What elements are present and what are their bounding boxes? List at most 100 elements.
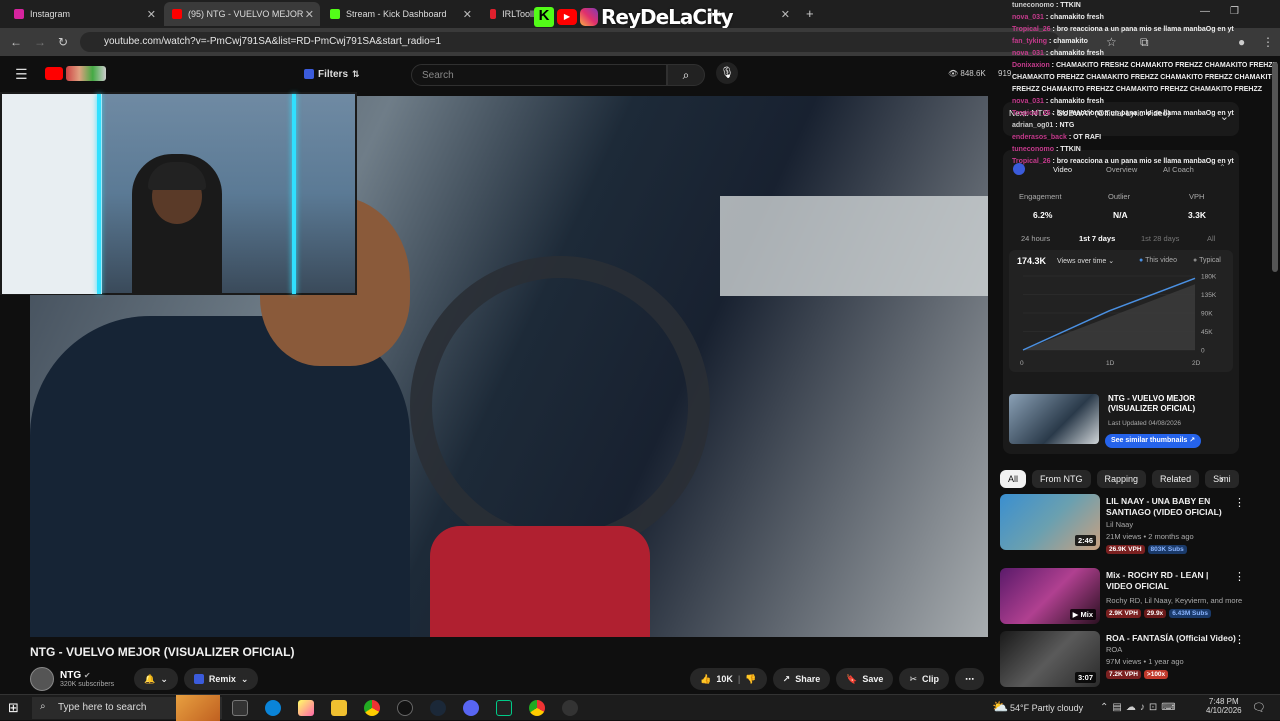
notification-bell-button[interactable]: 🔔 ⌄ [134, 668, 178, 690]
system-tray-icons[interactable]: ⌃▤☁♪⊡⌨ [1100, 702, 1180, 713]
chat-username[interactable]: tuneconomo [1012, 146, 1054, 153]
edge-icon[interactable] [265, 700, 281, 716]
forward-icon[interactable]: → [34, 35, 46, 49]
rec-channel[interactable]: ROA [1106, 645, 1122, 654]
rec-thumbnail[interactable]: 2:46 [1000, 494, 1100, 550]
rec-thumbnail[interactable]: ▶ Mix [1000, 568, 1100, 624]
range-7d[interactable]: 1st 7 days [1079, 234, 1115, 243]
steering-wheel [410, 256, 710, 556]
led-strip-left [97, 94, 101, 294]
close-tab-icon[interactable]: ✕ [463, 8, 472, 21]
more-vertical-icon[interactable]: ⋮ [1234, 570, 1245, 583]
hamburger-menu-icon[interactable]: ☰ [15, 66, 28, 83]
chat-username[interactable]: Tropical_26 [1012, 110, 1051, 117]
remix-button[interactable]: Remix ⌄ [183, 668, 259, 690]
chat-message: Tropical_26 : bro reacciona a un pana mi… [1012, 158, 1234, 165]
weather-text[interactable]: 54°F Partly cloudy [1010, 703, 1083, 713]
chat-username[interactable]: Tropical_26 [1012, 158, 1051, 165]
back-icon[interactable]: ← [10, 35, 22, 49]
share-button[interactable]: ↗ Share [772, 668, 831, 690]
rec-item[interactable]: 3:07 ROA - FANTASÍA (Official Video) ROA… [1000, 631, 1270, 691]
url-field[interactable]: youtube.com/watch?v=-PmCwj791SA&list=RD-… [80, 32, 1060, 52]
chip-rapping[interactable]: Rapping [1096, 470, 1147, 488]
channel-avatar[interactable] [30, 667, 54, 691]
rec-channel[interactable]: Rochy RD, Lil Naay, Keyvierm, and more [1106, 596, 1242, 605]
similar-thumbnails-button[interactable]: See similar thumbnails ↗ [1105, 434, 1202, 448]
search-button[interactable]: ⌕ [667, 64, 705, 86]
obs-icon[interactable] [397, 700, 413, 716]
range-24h[interactable]: 24 hours [1021, 234, 1050, 243]
outlier-badge: >100x [1143, 670, 1169, 679]
rec-item[interactable]: 2:46 LIL NAAY - UNA BABY EN SANTIAGO (VI… [1000, 494, 1270, 554]
rec-item[interactable]: ▶ Mix Mix - ROCHY RD - LEAN | VIDEO OFIC… [1000, 568, 1270, 628]
chrome-icon[interactable] [364, 700, 380, 716]
divider: | [737, 674, 741, 684]
share-label: Share [795, 674, 821, 684]
more-vertical-icon[interactable]: ⋮ [1234, 633, 1245, 646]
range-28d[interactable]: 1st 28 days [1141, 234, 1179, 243]
clip-button[interactable]: ✂ Clip [899, 668, 949, 690]
app-icon-2[interactable] [562, 700, 578, 716]
chat-username[interactable]: enderasos_back [1012, 134, 1067, 141]
filters-button[interactable]: Filters ⇅ [304, 64, 360, 84]
copilot-icon[interactable] [298, 700, 314, 716]
windows-start-icon[interactable]: ⊞ [8, 700, 19, 716]
tab-label: Instagram [30, 9, 71, 19]
video-thumbnail[interactable] [1009, 394, 1099, 444]
like-button[interactable]: 👍 10K | 👎 [690, 668, 767, 690]
notification-icon[interactable]: 🗨 [1252, 701, 1266, 714]
app-icon[interactable] [496, 700, 512, 716]
channel-name[interactable]: NTG ✔ [60, 670, 114, 681]
chip-from-ntg[interactable]: From NTG [1032, 470, 1091, 488]
chat-username[interactable]: adrian_og01 [1012, 122, 1053, 129]
youtube-logo-icon[interactable] [45, 67, 63, 80]
rec-thumbnail[interactable]: 3:07 [1000, 631, 1100, 687]
file-explorer-icon[interactable] [331, 700, 347, 716]
chip-related[interactable]: Related [1152, 470, 1200, 488]
clock[interactable]: 7:48 PM 4/10/2026 [1206, 697, 1242, 715]
chat-username[interactable]: nova_031 [1012, 98, 1044, 105]
chat-username[interactable]: nova_031 [1012, 50, 1044, 57]
tab-youtube[interactable]: (95) NTG - VUELVO MEJOR ✕ [164, 2, 320, 26]
more-vertical-icon[interactable]: ⋮ [1234, 496, 1245, 509]
close-tab-icon[interactable]: ✕ [781, 8, 790, 21]
y-tick-label: 180K [1201, 274, 1217, 281]
tab-irltools[interactable]: IRLTooll [482, 2, 542, 26]
rec-channel[interactable]: Lil Naay [1106, 520, 1133, 529]
rec-title[interactable]: LIL NAAY - UNA BABY EN SANTIAGO (VIDEO O… [1106, 496, 1236, 518]
rec-title[interactable]: Mix - ROCHY RD - LEAN | VIDEO OFICIAL [1106, 570, 1236, 592]
chat-username[interactable]: fan_tyking [1012, 38, 1047, 45]
chat-username[interactable]: nova_031 [1012, 14, 1044, 21]
video-actions: 👍 10K | 👎 ↗ Share 🔖 Save ✂ Clip ⋯ [690, 668, 984, 690]
discord-icon[interactable] [463, 700, 479, 716]
save-button[interactable]: 🔖 Save [836, 668, 894, 690]
reload-icon[interactable]: ↻ [58, 35, 68, 49]
instagram-logo-icon [580, 8, 598, 26]
scrollbar-thumb[interactable] [1272, 62, 1278, 272]
chevron-right-icon[interactable]: › [1220, 474, 1224, 486]
chrome-icon-2[interactable] [529, 700, 545, 716]
steam-icon[interactable] [430, 700, 446, 716]
new-tab-icon[interactable]: + [806, 6, 814, 21]
chat-username[interactable]: tuneconomo [1012, 2, 1054, 9]
car-seat [430, 526, 650, 637]
tab-kick[interactable]: Stream - Kick Dashboard ✕ [322, 2, 478, 26]
close-tab-icon[interactable]: ✕ [147, 8, 156, 21]
close-tab-icon[interactable]: ✕ [305, 8, 314, 21]
search-input[interactable]: Search [411, 64, 667, 86]
chat-username[interactable]: Donixaxion [1012, 62, 1050, 69]
rec-title[interactable]: ROA - FANTASÍA (Official Video) [1106, 633, 1236, 644]
chat-username[interactable]: Tropical_26 [1012, 26, 1051, 33]
subs-badge: 6.43M Subs [1169, 609, 1211, 618]
tab-instagram[interactable]: Instagram ✕ [6, 2, 162, 26]
legend-this-video: ● This video [1139, 257, 1177, 264]
range-all[interactable]: All [1207, 234, 1215, 243]
voice-search-icon[interactable]: 🎙 [716, 62, 738, 84]
doodle-logo-icon [66, 66, 106, 81]
chip-all[interactable]: All [1000, 470, 1027, 488]
more-actions-button[interactable]: ⋯ [955, 668, 984, 690]
thumbs-down-icon[interactable]: 👎 [745, 674, 756, 685]
views-mode-select[interactable]: Views over time ⌄ [1057, 257, 1114, 265]
task-view-icon[interactable] [232, 700, 248, 716]
chat-text: OT RAFI [1073, 134, 1102, 141]
